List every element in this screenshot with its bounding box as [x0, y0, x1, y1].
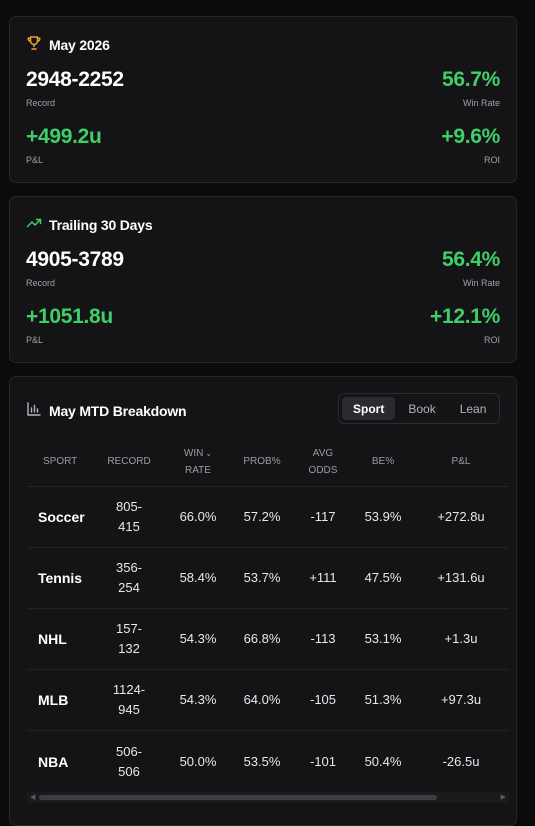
trailing-roi-label: ROI — [483, 335, 500, 345]
trailing-pl-value: +1051.8u — [26, 305, 113, 328]
month-record-label: Record — [26, 98, 56, 108]
cell-avg-odds: -113 — [310, 631, 336, 646]
col-header-prob[interactable]: PROB% — [231, 453, 293, 470]
month-win-rate-value: 56.7% — [441, 68, 500, 91]
bar-chart-icon — [26, 401, 42, 420]
col-header-be[interactable]: BE% — [353, 453, 413, 470]
scroll-right-icon[interactable]: ▶ — [501, 792, 506, 803]
cell-record: 805- 415 — [115, 499, 143, 534]
month-roi-value: +9.6% — [441, 125, 500, 148]
cell-record: 1124- 945 — [112, 682, 146, 717]
cell-sport: Soccer — [38, 509, 85, 525]
cell-win-rate: 54.3% — [179, 692, 217, 707]
col-header-avg-odds-line1: AVG — [312, 447, 334, 459]
trailing-summary-card: Trailing 30 Days 4905-3789 Record 56.4% … — [9, 196, 517, 363]
sort-desc-icon: ⌄ — [205, 448, 213, 458]
cell-pl: +131.6u — [437, 570, 485, 585]
cell-prob: 53.7% — [243, 570, 281, 585]
cell-avg-odds: -105 — [309, 692, 337, 707]
table-horizontal-scrollbar[interactable]: ◀ ▶ — [27, 792, 509, 803]
cell-be: 47.5% — [364, 570, 402, 585]
cell-record: 157- 132 — [115, 621, 143, 656]
trailing-pl-label: P&L — [26, 335, 44, 345]
tab-lean[interactable]: Lean — [449, 397, 498, 420]
table-row[interactable]: NHL 157- 132 54.3% 66.8% -113 53.1% +1.3u — [27, 609, 509, 670]
trending-up-icon — [26, 215, 42, 234]
col-header-sport[interactable]: SPORT — [27, 453, 93, 470]
breakdown-tab-group: Sport Book Lean — [338, 393, 500, 424]
col-header-avg-odds-line2: ODDS — [308, 464, 338, 476]
col-header-win-rate-line2: RATE — [185, 464, 211, 476]
month-record-value: 2948-2252 — [26, 68, 124, 91]
cell-record: 356- 254 — [115, 560, 143, 595]
col-header-win-rate[interactable]: WIN ⌄ RATE — [165, 445, 231, 479]
col-header-pl[interactable]: P&L — [413, 453, 509, 470]
cell-be: 50.4% — [364, 753, 402, 769]
cell-win-rate: 50.0% — [179, 753, 217, 769]
month-pl-label: P&L — [26, 155, 44, 165]
cell-win-rate: 58.4% — [179, 570, 217, 585]
scroll-left-icon[interactable]: ◀ — [30, 792, 35, 803]
col-header-record[interactable]: RECORD — [93, 453, 165, 470]
month-pl-value: +499.2u — [26, 125, 102, 148]
cell-sport: NHL — [38, 631, 67, 647]
breakdown-card: May MTD Breakdown Sport Book Lean SPORT … — [9, 376, 517, 826]
scrollbar-thumb[interactable] — [39, 795, 437, 800]
cell-sport: MLB — [38, 692, 69, 708]
cell-pl: +272.8u — [437, 509, 485, 524]
month-card-title: May 2026 — [49, 36, 110, 53]
cell-be: 53.9% — [364, 509, 402, 524]
tab-sport[interactable]: Sport — [342, 397, 396, 420]
month-card-header: May 2026 — [26, 35, 110, 54]
table-row[interactable]: MLB 1124- 945 54.3% 64.0% -105 51.3% +97.… — [27, 670, 509, 731]
cell-sport: Tennis — [38, 570, 83, 586]
trailing-record-value: 4905-3789 — [26, 248, 124, 271]
cell-win-rate: 54.3% — [179, 631, 217, 646]
cell-pl: +97.3u — [440, 692, 482, 707]
cell-prob: 66.8% — [243, 631, 281, 646]
trailing-card-title: Trailing 30 Days — [49, 216, 153, 233]
cell-record: 506- 506 — [115, 743, 143, 779]
trailing-record-label: Record — [26, 278, 56, 288]
cell-win-rate: 66.0% — [179, 509, 217, 524]
cell-be: 53.1% — [364, 631, 402, 646]
cell-avg-odds: -117 — [310, 509, 336, 524]
table-row[interactable]: Soccer 805- 415 66.0% 57.2% -117 53.9% +2… — [27, 487, 509, 548]
cell-prob: 53.5% — [243, 753, 281, 769]
trailing-roi-value: +12.1% — [429, 305, 500, 328]
month-win-rate-label: Win Rate — [462, 98, 500, 108]
cell-sport: NBA — [38, 753, 69, 770]
cell-prob: 57.2% — [243, 509, 281, 524]
cell-avg-odds: -101 — [309, 753, 337, 769]
month-roi-label: ROI — [483, 155, 500, 165]
cell-pl: +1.3u — [444, 631, 478, 646]
trailing-win-rate-value: 56.4% — [441, 248, 500, 271]
col-header-win-rate-line1: WIN ⌄ — [183, 447, 213, 459]
cell-prob: 64.0% — [243, 692, 281, 707]
col-header-avg-odds[interactable]: AVG ODDS — [293, 445, 353, 479]
tab-book[interactable]: Book — [397, 397, 446, 420]
breakdown-table: SPORT RECORD WIN ⌄ RATE PROB% AVG ODDS BE… — [27, 437, 509, 792]
table-header-row: SPORT RECORD WIN ⌄ RATE PROB% AVG ODDS BE… — [27, 437, 509, 487]
trophy-icon — [26, 35, 42, 54]
cell-avg-odds: +111 — [309, 570, 337, 585]
month-summary-card: May 2026 2948-2252 Record 56.7% Win Rate… — [9, 16, 517, 183]
trailing-win-rate-label: Win Rate — [462, 278, 500, 288]
table-row[interactable]: NBA 506- 506 50.0% 53.5% -101 50.4% -26.5… — [27, 731, 509, 792]
breakdown-title: May MTD Breakdown — [49, 402, 187, 419]
cell-pl: -26.5u — [442, 753, 480, 769]
trailing-card-header: Trailing 30 Days — [26, 215, 153, 234]
breakdown-header: May MTD Breakdown — [26, 401, 187, 420]
table-row[interactable]: Tennis 356- 254 58.4% 53.7% +111 47.5% +1… — [27, 548, 509, 609]
cell-be: 51.3% — [364, 692, 402, 707]
